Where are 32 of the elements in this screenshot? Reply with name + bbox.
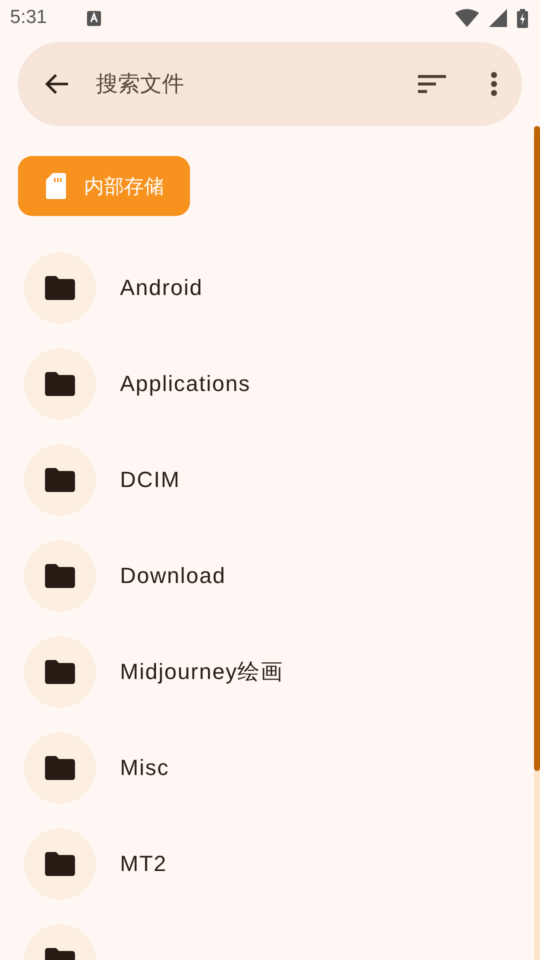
search-field[interactable]: 搜索文件: [94, 70, 418, 98]
folder-icon: [45, 756, 75, 780]
keyboard-a-icon: [86, 10, 101, 26]
wifi-icon: [455, 9, 479, 27]
folder-item[interactable]: Misc: [0, 720, 532, 816]
folder-name: MT2: [120, 851, 167, 877]
folder-name: Misc: [120, 755, 170, 781]
status-time: 5:31: [10, 7, 47, 29]
signal-icon: [489, 9, 507, 27]
more-options-icon[interactable]: [490, 71, 498, 97]
folder-item[interactable]: Midjourney绘画: [0, 624, 532, 720]
back-icon[interactable]: [44, 72, 70, 96]
folder-item[interactable]: DCIM: [0, 432, 532, 528]
folder-name: Download: [120, 563, 226, 589]
folder-icon: [45, 372, 75, 396]
folder-name: Applications: [120, 371, 251, 397]
sd-card-icon: [46, 173, 66, 199]
folder-icon: [45, 468, 75, 492]
folder-item[interactable]: Download: [0, 528, 532, 624]
folder-name: DCIM: [120, 467, 180, 493]
folder-icon: [45, 852, 75, 876]
search-bar[interactable]: 搜索文件: [18, 42, 522, 126]
folder-item[interactable]: MT2: [0, 816, 532, 912]
folder-item[interactable]: Applications: [0, 336, 532, 432]
sort-icon[interactable]: [418, 74, 446, 94]
folder-item[interactable]: Android: [0, 240, 532, 336]
folder-icon: [45, 564, 75, 588]
folder-icon: [45, 660, 75, 684]
folder-name: Midjourney绘画: [120, 658, 284, 686]
folder-name: Android: [120, 275, 203, 301]
folder-icon: [45, 276, 75, 300]
battery-charging-icon: [517, 8, 528, 28]
